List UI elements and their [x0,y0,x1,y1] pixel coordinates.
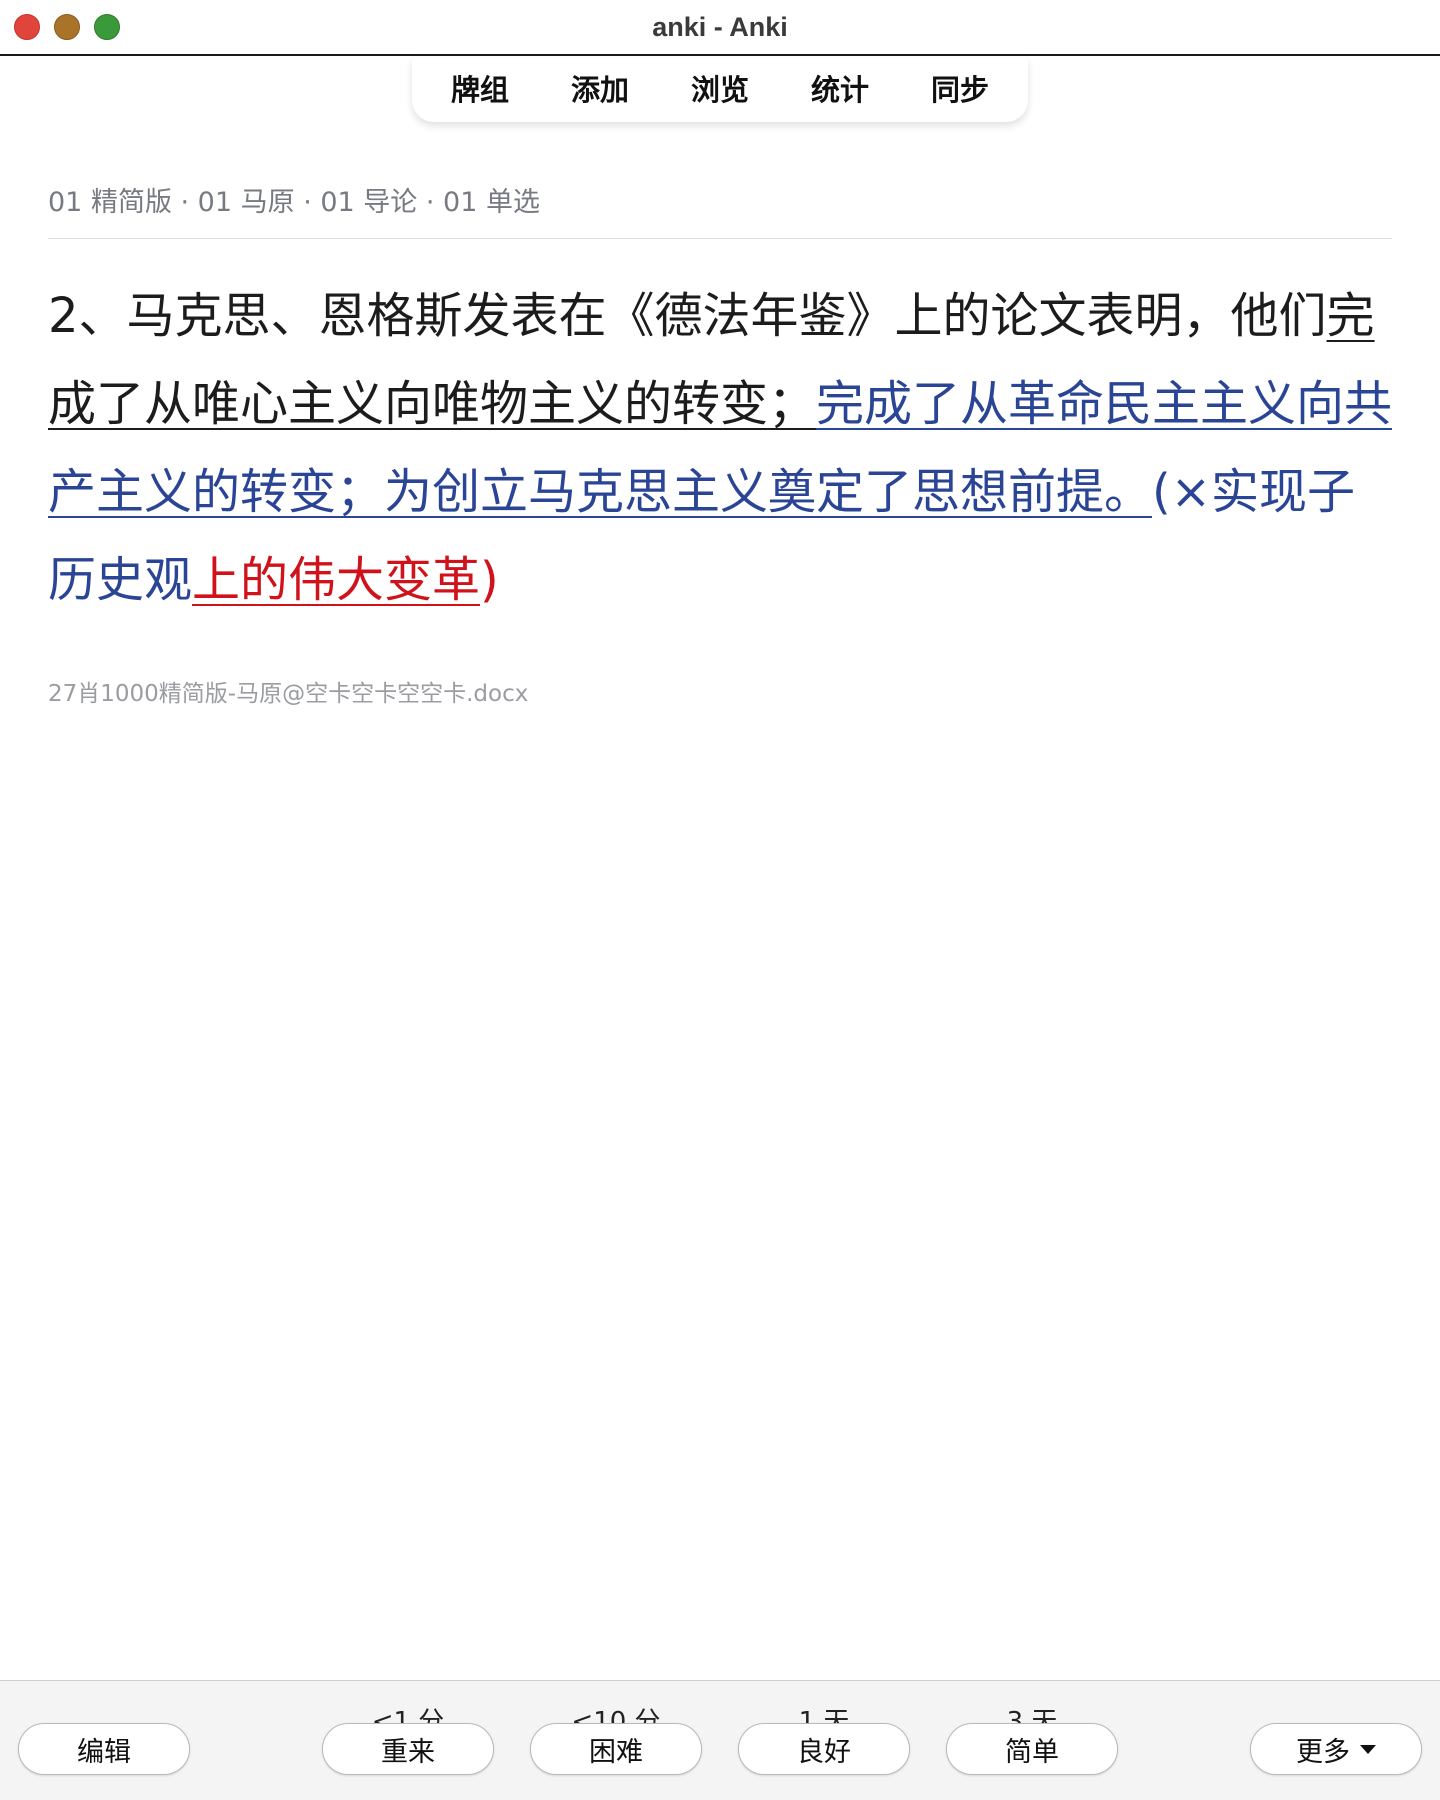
question-note-red-paren: ) [480,552,499,608]
toolbar-stats-button[interactable]: 统计 [780,58,900,122]
good-button[interactable]: 良好 [738,1723,910,1775]
easy-button[interactable]: 简单 [946,1723,1118,1775]
card-question: 2、马克思、恩格斯发表在《德法年鉴》上的论文表明，他们完成了从唯心主义向唯物主义… [48,272,1400,624]
window-title: anki - Anki [652,12,788,42]
toolbar-browse-button[interactable]: 浏览 [660,58,780,122]
toolbar-decks-button[interactable]: 牌组 [420,58,540,122]
edit-button[interactable]: 编辑 [18,1723,190,1775]
again-button[interactable]: 重来 [322,1723,494,1775]
hard-button[interactable]: 困难 [530,1723,702,1775]
more-label: 更多 [1296,1736,1350,1768]
main-toolbar: 牌组 添加 浏览 统计 同步 [412,58,1028,122]
deck-breadcrumb: 01 精简版 · 01 马原 · 01 导论 · 01 单选 [48,187,540,218]
question-note-red-underlined: 上的伟大变革 [192,552,481,608]
more-button[interactable]: 更多 [1250,1723,1422,1775]
title-bar: anki - Anki [0,0,1440,56]
toolbar-add-button[interactable]: 添加 [540,58,660,122]
caret-down-icon [1360,1744,1376,1754]
question-text-plain: 2、马克思、恩格斯发表在《德法年鉴》上的论文表明，他们 [48,288,1327,344]
divider [48,238,1392,239]
source-filename: 27肖1000精简版-马原@空卡空卡空空卡.docx [48,681,529,707]
toolbar-sync-button[interactable]: 同步 [900,58,1020,122]
answer-bar: 编辑 <1 分 重来 <10 分 困难 1 天 良好 3 天 简单 更多 [0,1680,1440,1800]
